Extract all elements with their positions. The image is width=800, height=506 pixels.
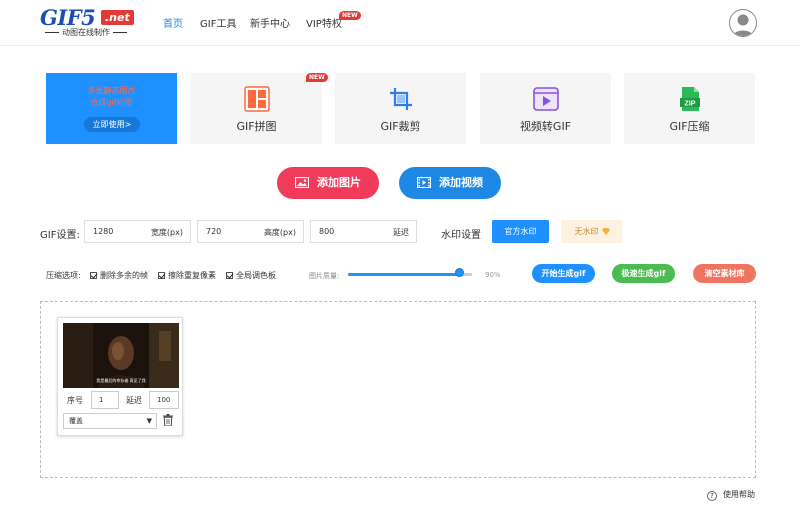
sequence-input[interactable]: 1 [91, 391, 119, 409]
width-input[interactable]: 1280 宽度(px) [84, 220, 191, 243]
logo-net-badge: .net [101, 10, 134, 25]
vip-new-badge: NEW [339, 11, 361, 20]
promo-use-now-button[interactable]: 立即使用> [84, 117, 140, 132]
no-watermark-label: 无水印 [574, 227, 599, 236]
nav-gif-tools[interactable]: GIF工具 [200, 15, 236, 30]
watermark-settings-label: 水印设置 [441, 230, 481, 241]
sequence-label: 序号 [67, 396, 83, 405]
svg-text:ZIP: ZIP [685, 101, 696, 108]
promo-line-2: 合成gif动图 [90, 98, 133, 107]
nav-home[interactable]: 首页 [163, 15, 183, 30]
tool-card-video-to-gif[interactable]: 视频转GIF [480, 73, 611, 144]
promo-card[interactable]: 多张静态图片 合成gif动图 立即使用> [46, 73, 177, 144]
option-label: 全局调色板 [236, 271, 276, 280]
official-watermark-button[interactable]: 官方水印 [492, 220, 549, 243]
delay-value: 800 [319, 227, 335, 236]
add-image-label: 添加图片 [317, 176, 361, 189]
checkbox-checked-icon[interactable] [90, 272, 97, 279]
grid-icon [244, 86, 270, 112]
option-erase-duplicate-pixels[interactable]: 擦除重复像素 [158, 270, 216, 281]
compress-options-label: 压缩选项: [46, 271, 81, 280]
logo-tagline: 动图在线制作 [40, 28, 132, 38]
frame-subtitle: 我是最后的幸存者 再见了我 [96, 378, 146, 383]
delay-input[interactable]: 800 延迟 [310, 220, 417, 243]
add-video-label: 添加视频 [439, 176, 483, 189]
crop-icon [390, 88, 412, 110]
tool-card-gif-compress[interactable]: ZIP GIF压缩 [624, 73, 755, 144]
option-label: 擦除重复像素 [168, 271, 216, 280]
frame-mode-select[interactable]: 覆盖 ▼ [63, 413, 157, 429]
video-play-icon [533, 87, 559, 111]
option-label: 删除多余的帧 [100, 271, 148, 280]
site-logo[interactable]: GIF5 .net 动图在线制作 [40, 5, 134, 39]
quality-label: 图片质量: [309, 272, 340, 280]
video-icon [417, 177, 431, 188]
option-global-palette[interactable]: 全局调色板 [226, 270, 276, 281]
width-value: 1280 [93, 227, 114, 236]
checkbox-checked-icon[interactable] [158, 272, 165, 279]
top-header: GIF5 .net 动图在线制作 首页 GIF工具 新手中心 VIP特权 NEW [0, 0, 800, 46]
no-watermark-button[interactable]: 无水印 [561, 220, 622, 243]
help-link[interactable]: ? 使用帮助 [707, 489, 755, 501]
logo-text: GIF5 [40, 5, 96, 30]
tool-label: GIF压缩 [669, 120, 710, 133]
question-icon: ? [707, 491, 717, 501]
height-value: 720 [206, 227, 222, 236]
frame-card[interactable]: 我是最后的幸存者 再见了我 序号 1 延迟 100 覆盖 ▼ [57, 317, 183, 436]
quality-slider-track[interactable] [348, 273, 472, 276]
delay-unit: 延迟 [393, 228, 409, 237]
add-video-button[interactable]: 添加视频 [399, 167, 501, 199]
nav-beginner-center[interactable]: 新手中心 [250, 15, 290, 30]
height-unit: 高度(px) [263, 228, 296, 237]
quality-slider-fill [348, 273, 460, 276]
gif-settings-label: GIF设置: [40, 230, 80, 241]
fast-generate-gif-button[interactable]: 极速生成gif [612, 264, 675, 283]
checkbox-checked-icon[interactable] [226, 272, 233, 279]
tool-label: 视频转GIF [519, 120, 572, 133]
zip-icon: ZIP [680, 87, 700, 111]
start-generate-gif-button[interactable]: 开始生成gif [532, 264, 595, 283]
clear-library-button[interactable]: 清空素材库 [693, 264, 756, 283]
promo-line-1: 多张静态图片 [87, 86, 136, 95]
collage-new-badge: NEW [306, 73, 328, 82]
frame-thumbnail: 我是最后的幸存者 再见了我 [63, 323, 179, 388]
tool-card-gif-collage[interactable]: GIF拼图 [191, 73, 322, 144]
tool-label: GIF拼图 [236, 120, 277, 133]
tool-label: GIF裁剪 [380, 120, 421, 133]
help-label: 使用帮助 [723, 490, 755, 499]
frame-delay-input[interactable]: 100 [149, 391, 179, 409]
nav-vip[interactable]: VIP特权 [306, 15, 342, 30]
frame-delay-label: 延迟 [126, 396, 142, 405]
width-unit: 宽度(px) [150, 228, 183, 237]
trash-icon[interactable] [163, 414, 173, 426]
quality-value: 90% [485, 271, 501, 279]
diamond-icon [602, 228, 610, 235]
frame-mode-value: 覆盖 [69, 417, 83, 425]
user-avatar-icon[interactable] [729, 9, 757, 37]
height-input[interactable]: 720 高度(px) [197, 220, 304, 243]
add-image-button[interactable]: 添加图片 [277, 167, 379, 199]
tool-card-gif-crop[interactable]: GIF裁剪 [335, 73, 466, 144]
option-remove-redundant-frames[interactable]: 删除多余的帧 [90, 270, 148, 281]
chevron-down-icon: ▼ [146, 417, 152, 425]
image-icon [295, 177, 309, 188]
